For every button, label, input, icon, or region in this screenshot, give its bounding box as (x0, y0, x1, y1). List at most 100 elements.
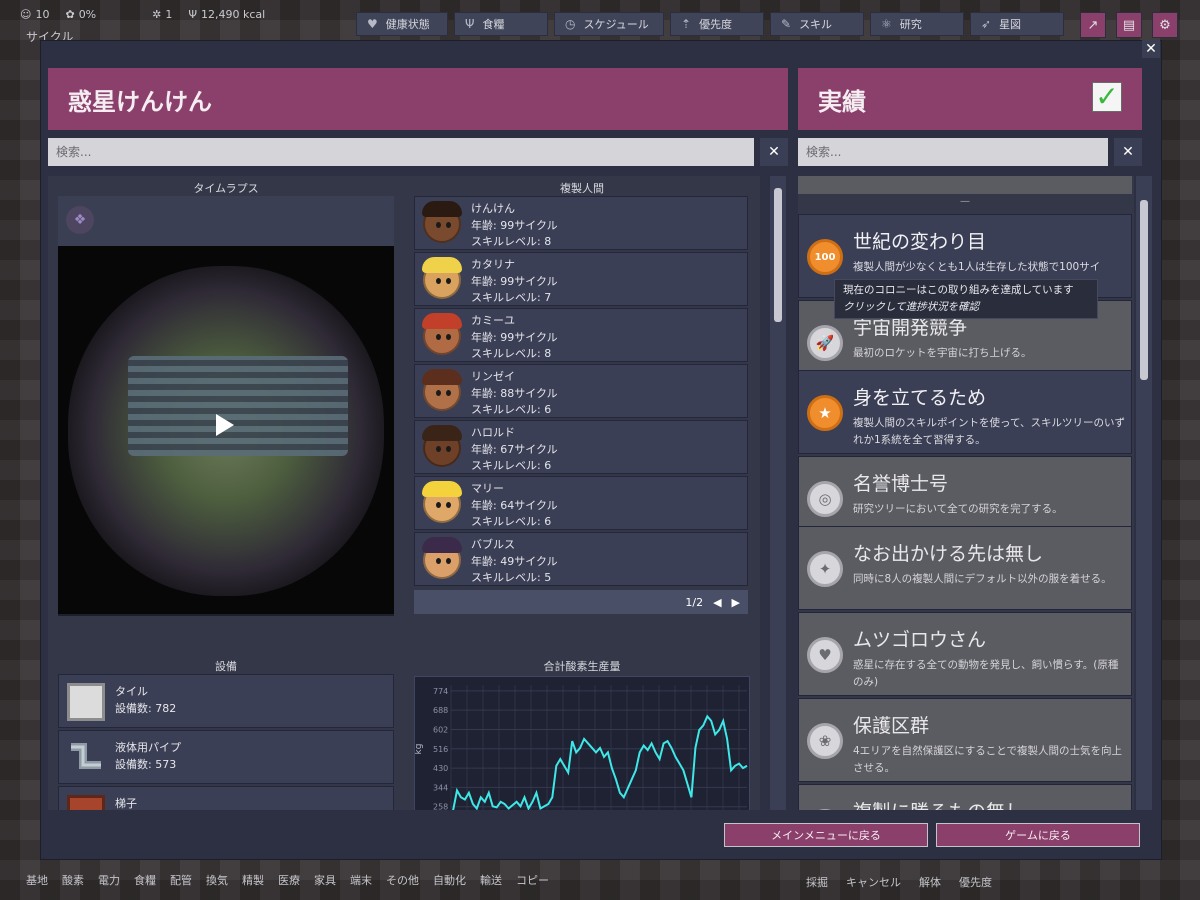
achievement-description: 複製人間のスキルポイントを使って、スキルツリーのいずれか1系統を全て習得する。 (853, 417, 1125, 446)
build-category[interactable]: 家具 (312, 872, 338, 888)
building-row[interactable]: タイル 設備数: 782 (58, 674, 394, 728)
top-hud: ☺ 10 ✿ 0% ✲ 1 Ψ 12,490 kcal サイクル ♥ 健康状態 Ψ 食糧 ◷… (0, 0, 1200, 44)
duplicant-row[interactable]: カミーユ 年齢: 99サイクル スキルレベル: 8 (414, 308, 748, 362)
achievement-description: 4エリアを自然保護区にすることで複製人間の士気を向上させる。 (853, 745, 1122, 774)
skills-button[interactable]: ✎ スキル (770, 12, 864, 36)
duplicant-row[interactable]: リンゼイ 年齢: 88サイクル スキルレベル: 6 (414, 364, 748, 418)
build-category[interactable]: 電力 (96, 872, 122, 888)
achievement-title: 身を立てるため (853, 387, 987, 409)
achievements-checkbox[interactable]: ✓ (1092, 82, 1122, 112)
colony-search-input[interactable] (48, 138, 754, 166)
duplicants-title: 複製人間 (560, 182, 604, 195)
achievements-title: 実績 (818, 87, 866, 116)
scroll-thumb[interactable] (1140, 200, 1148, 380)
achievement-row[interactable]: ♥ ムツゴロウさん 惑星に存在する全ての動物を発見し、飼い慣らす。(原種のみ) (798, 612, 1132, 696)
duplicant-row[interactable]: バブルス 年齢: 49サイクル スキルレベル: 5 (414, 532, 748, 586)
building-row[interactable]: 梯子 (58, 786, 394, 810)
build-category[interactable]: 自動化 (431, 872, 468, 888)
build-category[interactable]: 輸送 (478, 872, 504, 888)
avatar (422, 537, 462, 579)
next-page-icon[interactable]: ▶ (732, 596, 740, 609)
starmap-button[interactable]: ➶ 星図 (970, 12, 1064, 36)
main-menu-button[interactable]: メインメニューに戻る (724, 823, 928, 847)
priorities-button[interactable]: ⇡ 優先度 (670, 12, 764, 36)
achievement-search-clear-button[interactable]: ✕ (1114, 138, 1142, 166)
avatar (422, 481, 462, 523)
avatar-hair (422, 425, 462, 441)
duplicant-info: マリー 年齢: 64サイクル スキルレベル: 6 (471, 482, 558, 528)
achievement-search-input[interactable] (798, 138, 1108, 166)
achievement-row[interactable]: ✦ なお出かける先は無し 同時に8人の複製人間にデフォルト以外の服を着せる。 (798, 526, 1132, 610)
duplicant-row[interactable]: マリー 年齢: 64サイクル スキルレベル: 6 (414, 476, 748, 530)
research-button[interactable]: ⚛ 研究 (870, 12, 964, 36)
achievement-locked-icon: ◎ (807, 481, 843, 517)
achievement-locked-icon: ✦ (807, 551, 843, 587)
achievement-title: 世紀の変わり目 (853, 231, 987, 253)
oxygen-chart: 774 688 602 516 430 344 258 kg (414, 676, 750, 810)
build-category[interactable]: 食糧 (132, 872, 158, 888)
achievement-description: 惑星に存在する全ての動物を発見し、飼い慣らす。(原種のみ) (853, 659, 1119, 688)
build-category[interactable]: 精製 (240, 872, 266, 888)
duplicant-pager: 1/2 ◀ ▶ (414, 590, 748, 614)
timelapse-base-image (128, 356, 348, 456)
avatar-hair (422, 257, 462, 273)
build-category[interactable]: コピー (514, 872, 551, 888)
back-to-game-button[interactable]: ゲームに戻る (936, 823, 1140, 847)
achievement-description: 最初のロケットを宇宙に打ち上げる。 (853, 347, 1032, 359)
close-icon: ✕ (768, 144, 780, 160)
build-category[interactable]: その他 (384, 872, 421, 888)
ladder-icon (67, 795, 105, 810)
colony-search-clear-button[interactable]: ✕ (760, 138, 788, 166)
hud-stats: ☺ 10 ✿ 0% ✲ 1 Ψ 12,490 kcal (20, 8, 265, 21)
achievement-row[interactable]: ★ 身を立てるため 複製人間のスキルポイントを使って、スキルツリーのいずれか1系統を… (798, 370, 1132, 454)
report-chart-button[interactable]: ↗ (1080, 12, 1106, 38)
deconstruct-tool[interactable]: 解体 (919, 874, 941, 890)
building-list: タイル 設備数: 782 液体用パイプ 設備数: 573 梯子 (58, 674, 394, 810)
build-category[interactable]: 端末 (348, 872, 374, 888)
building-row[interactable]: 液体用パイプ 設備数: 573 (58, 730, 394, 784)
y-tick-label: 688 (433, 706, 448, 715)
duplicant-row[interactable]: けんけん 年齢: 99サイクル スキルレベル: 8 (414, 196, 748, 250)
building-info: タイル 設備数: 782 (115, 685, 177, 715)
achievement-locked-icon: ❀ (807, 723, 843, 759)
build-category[interactable]: 基地 (24, 872, 50, 888)
achievement-locked-icon: 🚀 (807, 325, 843, 361)
avatar-hair (422, 537, 462, 553)
vitals-button[interactable]: ♥ 健康状態 (356, 12, 448, 36)
play-icon[interactable] (216, 414, 234, 436)
consumables-button[interactable]: Ψ 食糧 (454, 12, 548, 36)
settings-button[interactable]: ⚙ (1152, 12, 1178, 38)
duplicant-info: リンゼイ 年齢: 88サイクル スキルレベル: 6 (471, 370, 558, 416)
dig-tool[interactable]: 採掘 (806, 874, 828, 890)
building-info: 梯子 (115, 797, 137, 810)
fork-knife-icon: Ψ (465, 17, 475, 31)
close-window-button[interactable]: ✕ (1142, 40, 1160, 58)
priority-tool[interactable]: 優先度 (959, 874, 992, 890)
cancel-tool[interactable]: キャンセル (846, 874, 901, 890)
tool-toolbar: 採掘 キャンセル 解体 優先度 (806, 874, 992, 890)
build-category[interactable]: 医療 (276, 872, 302, 888)
building-info: 液体用パイプ 設備数: 573 (115, 741, 181, 771)
duplicant-info: けんけん 年齢: 99サイクル スキルレベル: 8 (471, 202, 558, 248)
build-category[interactable]: 配管 (168, 872, 194, 888)
brain-icon: ✿ (65, 8, 75, 21)
duplicant-row[interactable]: カタリナ 年齢: 99サイクル スキルレベル: 7 (414, 252, 748, 306)
timelapse-viewport[interactable] (58, 246, 394, 614)
y-tick-label: 430 (433, 764, 448, 773)
duplicant-row[interactable]: ハロルド 年齢: 67サイクル スキルレベル: 6 (414, 420, 748, 474)
scroll-thumb[interactable] (774, 188, 782, 322)
achievement-title: 名誉博士号 (853, 473, 949, 495)
achievement-row[interactable]: ◯ 複製に勝るもの無し (798, 784, 1132, 810)
schedule-button[interactable]: ◷ スケジュール (554, 12, 664, 36)
build-category[interactable]: 換気 (204, 872, 230, 888)
previous-achievement-stub (798, 176, 1132, 194)
achievements-scrollbar[interactable] (1136, 176, 1152, 810)
duplicant-info: バブルス 年齢: 49サイクル スキルレベル: 5 (471, 538, 558, 584)
colony-stats-scrollbar[interactable] (770, 176, 786, 810)
achievement-row[interactable]: ❀ 保護区群 4エリアを自然保護区にすることで複製人間の士気を向上させる。 (798, 698, 1132, 782)
duplicant-list: けんけん 年齢: 99サイクル スキルレベル: 8 カタリナ 年齢: 99サイクル スキ… (414, 196, 750, 616)
codex-button[interactable]: ▤ (1116, 12, 1142, 38)
rocket-icon: ➶ (981, 17, 992, 31)
build-category[interactable]: 酸素 (60, 872, 86, 888)
prev-page-icon[interactable]: ◀ (713, 596, 721, 609)
